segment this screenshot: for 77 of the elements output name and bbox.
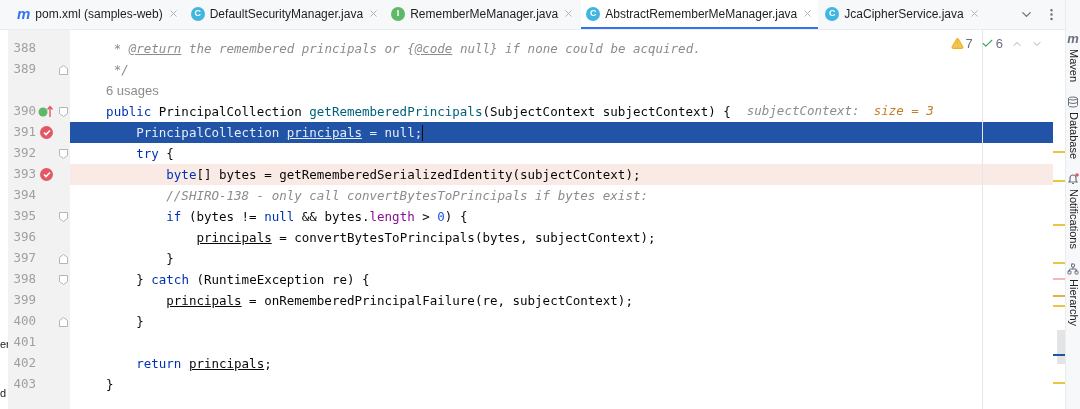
implements-arrow-icon[interactable] [38, 105, 54, 118]
code-line: */ [112, 61, 129, 79]
typo-count[interactable]: 6 [995, 34, 1003, 54]
tab-label: AbstractRememberMeManager.java [605, 5, 798, 23]
close-icon[interactable] [167, 8, 179, 19]
fold-icon[interactable] [58, 211, 68, 222]
line-number: 395 [12, 207, 36, 226]
line-number: 391 [12, 123, 36, 142]
line-number: 394 [12, 186, 36, 205]
code-line: PrincipalCollection principals = null; [135, 124, 423, 142]
class-icon: C [190, 6, 205, 21]
editor-tab[interactable]: I RememberMeManager.java [386, 0, 580, 29]
class-icon: C [825, 6, 840, 21]
tab-label: JcaCipherService.java [844, 5, 964, 23]
code-line: //SHIRO-138 - only call convertBytesToPrincipals if bytes exist: [165, 187, 648, 205]
editor-tab[interactable]: C JcaCipherService.java [820, 0, 985, 29]
line-number: 390 [12, 102, 36, 121]
code-line: principals = onRememberedPrincipalFailure(re, subjectContext); [165, 292, 633, 310]
close-icon[interactable] [368, 8, 380, 19]
breakpoint-icon[interactable] [39, 168, 53, 181]
code-line: principals = convertBytesToPrincipals(bytes, subjectContext); [195, 229, 656, 247]
tool-window-label[interactable]: Database [1067, 112, 1079, 160]
tool-window-label[interactable]: Hierarchy [1067, 279, 1079, 327]
warning-count[interactable]: 7 [965, 34, 973, 54]
line-number: 392 [12, 144, 36, 163]
code-line: if (bytes != null && bytes.length > 0) { [165, 208, 468, 226]
class-icon: C [586, 6, 601, 21]
editor-tab[interactable]: C DefaultSecurityManager.java [185, 0, 385, 29]
code-line: byte[] bytes = getRememberedSerializedIdentity(subjectContext); [165, 166, 641, 184]
close-icon[interactable] [563, 8, 575, 19]
line-number: 397 [12, 249, 36, 268]
fold-icon[interactable] [58, 274, 68, 285]
bell-icon[interactable] [1067, 173, 1079, 186]
tool-window-label[interactable]: Maven [1067, 49, 1079, 83]
usages-hint[interactable]: 6 usages [70, 80, 159, 101]
warning-icon[interactable] [950, 37, 964, 51]
line-number: 396 [12, 228, 36, 247]
fold-icon[interactable] [58, 106, 68, 117]
tab-label: RememberMeManager.java [410, 5, 559, 23]
maven-icon[interactable]: m [1067, 32, 1079, 45]
panel-text: d [0, 388, 8, 399]
fold-end-icon[interactable] [58, 64, 68, 75]
close-icon[interactable] [968, 8, 980, 19]
breakpoint-icon[interactable] [39, 126, 53, 139]
code-line: return principals; [135, 355, 272, 373]
tool-window-label[interactable]: Notifications [1067, 189, 1079, 250]
editor-tab[interactable]: C AbstractRememberMeManager.java [581, 0, 819, 29]
code-line: } [135, 313, 144, 331]
code-line: } catch (RuntimeException re) { [135, 271, 370, 289]
line-number: 399 [12, 291, 36, 310]
line-number: 402 [12, 354, 36, 373]
tab-label: DefaultSecurityManager.java [209, 5, 364, 23]
code-line: } [165, 250, 174, 268]
fold-icon[interactable] [58, 148, 68, 159]
database-icon[interactable] [1067, 96, 1079, 109]
editor-tab[interactable]: m pom.xml (samples-web) [12, 0, 184, 29]
fold-end-icon[interactable] [58, 316, 68, 327]
close-icon[interactable] [802, 8, 814, 19]
code-line: } [105, 376, 114, 394]
line-number: 389 [12, 60, 36, 79]
tab-label: pom.xml (samples-web) [35, 5, 163, 23]
maven-icon: m [17, 6, 31, 21]
interface-icon: I [391, 6, 406, 21]
fold-end-icon[interactable] [58, 253, 68, 264]
panel-text: er [0, 339, 8, 350]
line-number: 388 [12, 39, 36, 58]
code-line: * @return the remembered principals or {@code null} if none could be acquired. [112, 40, 701, 58]
hierarchy-icon[interactable] [1067, 263, 1079, 276]
code-line: public PrincipalCollection getRememberedPrincipals(SubjectContext subjectContext) { [105, 103, 731, 121]
line-number: 398 [12, 270, 36, 289]
code-line: try { [135, 145, 174, 163]
line-number: 403 [12, 375, 36, 394]
line-number: 401 [12, 333, 36, 352]
line-number: 400 [12, 312, 36, 331]
inline-value: size = 3 [873, 102, 934, 121]
line-number: 393 [12, 165, 36, 184]
inline-value-label: subjectContext: [746, 102, 860, 121]
